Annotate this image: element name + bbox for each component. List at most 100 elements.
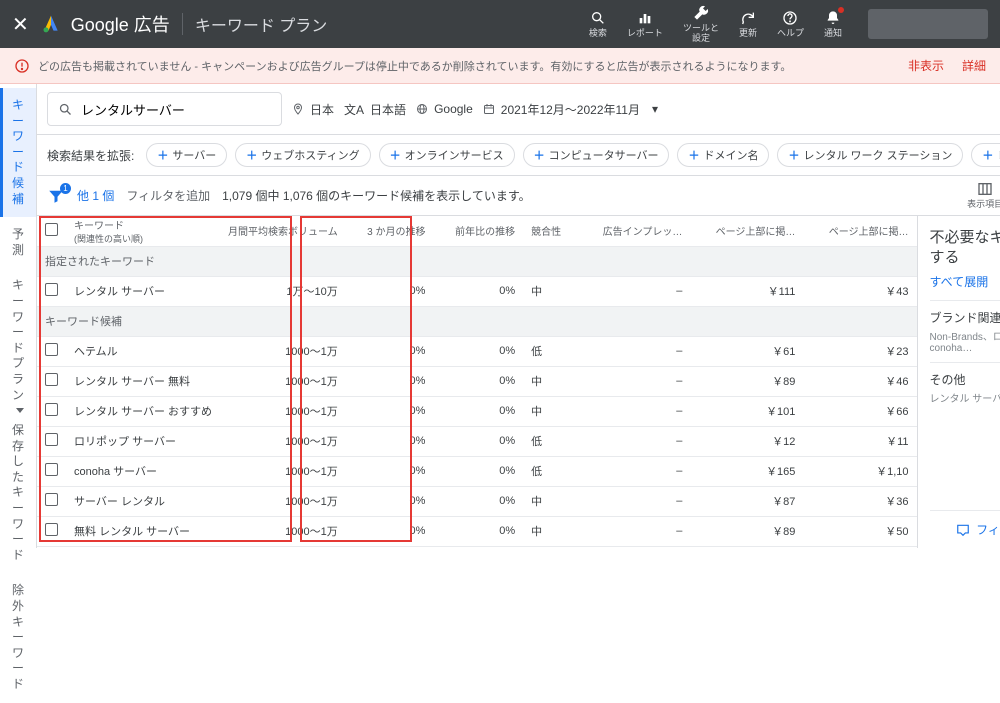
cell-competition: 低 [523, 426, 577, 456]
cell-yoy: 0% [433, 426, 523, 456]
cell-volume: 1万～10万 [220, 276, 346, 306]
accordion-brand[interactable]: ブランド関連またはそれ以外⌄ Non-Brands、ロリポップ、xserver、… [930, 300, 1000, 362]
header-divider [182, 13, 183, 35]
select-all-checkbox[interactable] [45, 223, 58, 236]
cell-keyword: ロリポップ サーバー [66, 426, 220, 456]
close-icon[interactable]: ✕ [12, 12, 29, 37]
nav-forecast[interactable]: 予測 [0, 217, 36, 268]
network-icon [416, 103, 428, 115]
cell-bid-low: ￥12 [690, 426, 803, 456]
col-top-low[interactable]: ページ上部に掲… [690, 216, 803, 246]
accordion-other[interactable]: その他⌄ レンタル サーバー [930, 362, 1000, 413]
plus-icon: ＋ [982, 147, 993, 163]
row-checkbox[interactable] [45, 493, 58, 506]
alert-details-link[interactable]: 詳細 [962, 57, 986, 74]
language-selector[interactable]: 文A 日本語 [344, 101, 406, 118]
nav-saved-keywords[interactable]: 保存したキーワード [0, 413, 36, 573]
more-filters-link[interactable]: 他 1 個 [77, 187, 114, 204]
keyword-search-box[interactable] [47, 92, 282, 126]
cell-yoy: 0% [433, 396, 523, 426]
section-header: 指定されたキーワード [37, 246, 917, 276]
cell-volume: 1000～1万 [220, 486, 346, 516]
nav-keyword-plan[interactable]: キーワード プラン [0, 268, 36, 413]
broaden-chip[interactable]: ＋サーバー [146, 143, 227, 167]
cell-impressions: – [577, 336, 690, 366]
cell-bid-high: ￥36 [803, 486, 916, 516]
col-impressions[interactable]: 広告インプレッ… [577, 216, 690, 246]
keyword-table: キーワード (関連性の高い順) 月間平均検索ボリューム 3 か月の推移 前年比の… [37, 216, 917, 547]
col-keyword-sub: (関連性の高い順) [74, 232, 212, 245]
warning-icon [14, 58, 30, 74]
network-selector[interactable]: Google [416, 102, 473, 116]
wrench-icon [692, 4, 710, 22]
location-selector[interactable]: 日本 [292, 101, 334, 118]
row-checkbox[interactable] [45, 283, 58, 296]
search-icon [589, 9, 607, 27]
nav-keyword-candidates[interactable]: キーワード候補 [0, 88, 36, 217]
row-checkbox[interactable] [45, 373, 58, 386]
row-checkbox[interactable] [45, 433, 58, 446]
chevron-down-icon: ▾ [652, 102, 658, 116]
table-row[interactable]: ヘテムル1000～1万0%0%低–￥61￥23 [37, 336, 917, 366]
app-header: ✕ Google 広告 キーワード プラン 検索 レポート ツールと 設定 更新… [0, 0, 1000, 48]
top-tool-help[interactable]: ヘルプ [777, 9, 804, 39]
col-yoy[interactable]: 前年比の推移 [433, 216, 523, 246]
row-checkbox[interactable] [45, 463, 58, 476]
plus-icon: ＋ [688, 147, 699, 163]
cell-bid-low: ￥89 [690, 516, 803, 546]
cell-competition: 中 [523, 396, 577, 426]
table-row[interactable]: サーバー レンタル1000～1万0%0%中–￥87￥36 [37, 486, 917, 516]
broaden-search-row: 検索結果を拡張: ＋サーバー＋ウェブホスティング＋オンラインサービス＋コンピュー… [37, 135, 1000, 176]
cell-3month: 0% [346, 486, 434, 516]
account-switcher[interactable] [868, 9, 988, 39]
cell-bid-high: ￥46 [803, 366, 916, 396]
top-tool-reports[interactable]: レポート [627, 9, 663, 39]
broaden-chip[interactable]: ＋ウェブホスティング [235, 143, 370, 167]
cell-3month: 0% [346, 426, 434, 456]
col-3month[interactable]: 3 か月の推移 [346, 216, 434, 246]
broaden-chip[interactable]: ＋コンピュータサーバー [523, 143, 670, 167]
top-tool-search[interactable]: 検索 [589, 9, 607, 39]
top-tool-refresh[interactable]: 更新 [739, 9, 757, 39]
nav-negative-keywords[interactable]: 除外キーワード [0, 573, 36, 702]
col-keyword[interactable]: キーワード [74, 217, 212, 232]
alert-hide-link[interactable]: 非表示 [908, 57, 944, 74]
row-checkbox[interactable] [45, 403, 58, 416]
table-row[interactable]: レンタル サーバー おすすめ1000～1万0%0%中–￥101￥66 [37, 396, 917, 426]
broaden-chip[interactable]: ＋レンタル ワーク ステーション [777, 143, 963, 167]
cell-bid-low: ￥111 [690, 276, 803, 306]
table-row[interactable]: レンタル サーバー1万～10万0%0%中–￥111￥43 [37, 276, 917, 306]
top-tool-notifications[interactable]: 通知 [824, 9, 842, 39]
col-top-high[interactable]: ページ上部に掲… [803, 216, 916, 246]
columns-button[interactable]: 表示項目 [967, 181, 1000, 210]
feedback-link[interactable]: フィードバックを送信 [930, 510, 1000, 548]
broaden-chip[interactable]: ＋レンタル ネット ブック [971, 143, 1000, 167]
top-tool-tools[interactable]: ツールと 設定 [683, 4, 719, 44]
table-row[interactable]: 無料 レンタル サーバー1000～1万0%0%中–￥89￥50 [37, 516, 917, 546]
search-icon [58, 102, 73, 117]
result-count-text: 1,079 個中 1,076 個のキーワード候補を表示しています。 [222, 187, 531, 204]
expand-all-link[interactable]: すべて展開 [930, 273, 1000, 290]
cell-bid-high: ￥11 [803, 426, 916, 456]
table-row[interactable]: レンタル サーバー 無料1000～1万0%0%中–￥89￥46 [37, 366, 917, 396]
plus-icon: ＋ [534, 147, 545, 163]
warning-banner: どの広告も掲載されていません - キャンペーンおよび広告グループは停止中であるか… [0, 48, 1000, 84]
col-volume[interactable]: 月間平均検索ボリューム [220, 216, 346, 246]
date-range-selector[interactable]: 2021年12月～2022年11月 ▾ [483, 101, 658, 118]
refine-title: 不必要なキーワードを除外する [930, 228, 1000, 267]
col-competition[interactable]: 競合性 [523, 216, 577, 246]
plus-icon: ＋ [788, 147, 799, 163]
row-checkbox[interactable] [45, 343, 58, 356]
feedback-icon [956, 523, 970, 537]
table-row[interactable]: conoha サーバー1000～1万0%0%低–￥165￥1,10 [37, 456, 917, 486]
broaden-chip[interactable]: ＋ドメイン名 [677, 143, 769, 167]
broaden-chip[interactable]: ＋オンラインサービス [379, 143, 515, 167]
google-ads-logo-icon [41, 14, 61, 34]
keyword-search-input[interactable] [81, 102, 271, 117]
cell-impressions: – [577, 396, 690, 426]
cell-3month: 0% [346, 366, 434, 396]
table-row[interactable]: ロリポップ サーバー1000～1万0%0%低–￥12￥11 [37, 426, 917, 456]
filter-icon[interactable]: 1 [47, 187, 65, 205]
row-checkbox[interactable] [45, 523, 58, 536]
add-filter-link[interactable]: フィルタを追加 [126, 187, 210, 204]
